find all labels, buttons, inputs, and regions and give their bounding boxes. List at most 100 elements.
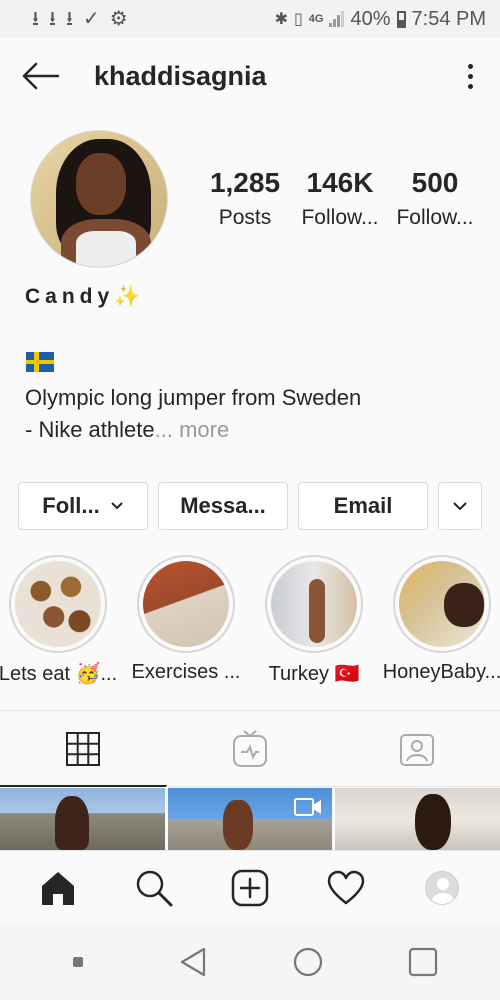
story-highlights: Lets eat 🥳... Exercises ... Turkey 🇹🇷 Ho…: [0, 555, 500, 695]
tab-grid[interactable]: [0, 711, 167, 787]
more-options-button[interactable]: [440, 38, 500, 114]
download-icon: ⭳: [49, 8, 56, 30]
bio-text: - Nike athlete: [25, 417, 155, 442]
clock: 7:54 PM: [411, 7, 486, 30]
display-name: Candy✨: [25, 285, 146, 308]
settings-icon: ⚙: [109, 8, 128, 30]
heart-icon: [327, 870, 365, 904]
stat-value: 1,285: [209, 167, 281, 198]
home-circle-icon: [293, 947, 322, 977]
highlight-item[interactable]: HoneyBaby...: [378, 555, 500, 695]
status-bar: ⭳ ⭳ ⭳ ✓ ⚙ ✱ ▯ 4G 40% 7:54 PM: [0, 0, 500, 38]
video-icon: [294, 798, 322, 816]
highlight-ring: [393, 555, 491, 653]
igtv-icon: [233, 730, 267, 767]
highlight-item[interactable]: Lets eat 🥳...: [0, 555, 122, 695]
profile-actions: Foll... Messa... Email: [18, 482, 482, 530]
username-title: khaddisagnia: [94, 60, 267, 91]
android-home-button[interactable]: [273, 932, 343, 992]
check-icon: ✓: [83, 8, 100, 30]
highlight-cover: [271, 561, 357, 647]
notification-icons: ⭳ ⭳ ⭳ ✓ ⚙: [32, 9, 128, 29]
back-arrow-icon: [22, 62, 60, 90]
vibrate-icon: ▯: [293, 11, 303, 28]
highlight-cover: [399, 561, 485, 647]
stat-following[interactable]: 500 Follow...: [390, 166, 480, 230]
chevron-down-icon: [111, 502, 123, 510]
stat-label: Follow...: [301, 206, 379, 229]
tab-igtv[interactable]: [167, 711, 334, 787]
highlight-ring: [9, 555, 107, 653]
dot-icon: [467, 83, 473, 89]
nav-search[interactable]: [124, 858, 184, 918]
profile-header: khaddisagnia: [0, 38, 500, 114]
android-recents-button[interactable]: [388, 932, 458, 992]
bluetooth-icon: ✱: [274, 11, 288, 28]
nav-profile[interactable]: [412, 858, 472, 918]
stat-posts[interactable]: 1,285 Posts: [200, 166, 290, 230]
profile-avatar-icon: [425, 870, 459, 905]
dot-icon: [467, 73, 473, 79]
android-navigation-bar: [0, 924, 500, 1000]
stat-label: Posts: [218, 206, 272, 229]
stat-followers[interactable]: 146K Follow...: [295, 166, 385, 230]
highlight-cover: [15, 561, 101, 647]
grid-icon: [66, 732, 101, 766]
post-thumbnail[interactable]: [0, 788, 165, 850]
chevron-down-icon: [453, 502, 467, 511]
highlight-item[interactable]: Exercises ...: [122, 555, 250, 695]
content-tabs: [0, 711, 500, 787]
stat-value: 500: [411, 167, 459, 198]
avatar-photo-face: [76, 153, 126, 215]
email-button[interactable]: Email: [298, 482, 428, 530]
highlight-cover: [143, 561, 229, 647]
sweden-flag-icon: [26, 352, 54, 372]
message-button[interactable]: Messa...: [158, 482, 288, 530]
message-button-label: Messa...: [180, 493, 266, 518]
highlight-item[interactable]: Turkey 🇹🇷: [250, 555, 378, 695]
search-icon: [136, 870, 173, 906]
avatar-photo-top: [76, 231, 136, 267]
stat-label: Follow...: [396, 206, 474, 229]
bio-line: Olympic long jumper from Sweden: [25, 385, 362, 410]
stat-value: 146K: [306, 167, 374, 198]
bottom-navigation: [0, 850, 500, 924]
add-post-icon: [231, 869, 269, 906]
follow-button-label: Foll...: [42, 493, 100, 518]
system-status: ✱ ▯ 4G 40% 7:54 PM: [275, 8, 486, 31]
battery-icon: [396, 10, 406, 28]
recent-dot-button[interactable]: [43, 932, 113, 992]
signal-icon: [329, 11, 345, 27]
follow-button[interactable]: Foll...: [18, 482, 148, 530]
highlight-label: Exercises ...: [131, 661, 241, 683]
nav-home[interactable]: [28, 858, 88, 918]
highlight-ring: [137, 555, 235, 653]
highlight-label: Lets eat 🥳...: [0, 663, 118, 685]
android-back-button[interactable]: [158, 932, 228, 992]
back-triangle-icon: [180, 947, 205, 977]
battery-percent: 40%: [350, 7, 391, 30]
highlight-label: Turkey 🇹🇷: [268, 663, 360, 685]
tab-tagged[interactable]: [333, 711, 500, 787]
post-thumbnail[interactable]: [335, 788, 500, 850]
tagged-icon: [399, 734, 434, 766]
recents-square-icon: [408, 947, 437, 977]
dot-icon: [72, 957, 83, 967]
profile-avatar[interactable]: [30, 130, 168, 268]
nav-new-post[interactable]: [220, 858, 280, 918]
post-thumbnail[interactable]: [167, 788, 333, 850]
back-button[interactable]: [0, 38, 80, 114]
highlight-ring: [265, 555, 363, 653]
bio-line: - Nike athlete... more: [25, 414, 475, 446]
bio-more-link[interactable]: ... more: [155, 417, 230, 442]
network-type: 4G: [308, 13, 324, 25]
bio: Olympic long jumper from Sweden - Nike a…: [25, 382, 475, 446]
download-icon: ⭳: [32, 8, 39, 30]
profile-stats: 1,285 Posts 146K Follow... 500 Follow...: [200, 166, 480, 230]
home-icon: [42, 871, 74, 905]
post-grid: [0, 788, 500, 850]
dot-icon: [467, 63, 473, 69]
nav-activity[interactable]: [316, 858, 376, 918]
suggestions-dropdown-button[interactable]: [438, 482, 482, 530]
divider: [166, 786, 500, 787]
